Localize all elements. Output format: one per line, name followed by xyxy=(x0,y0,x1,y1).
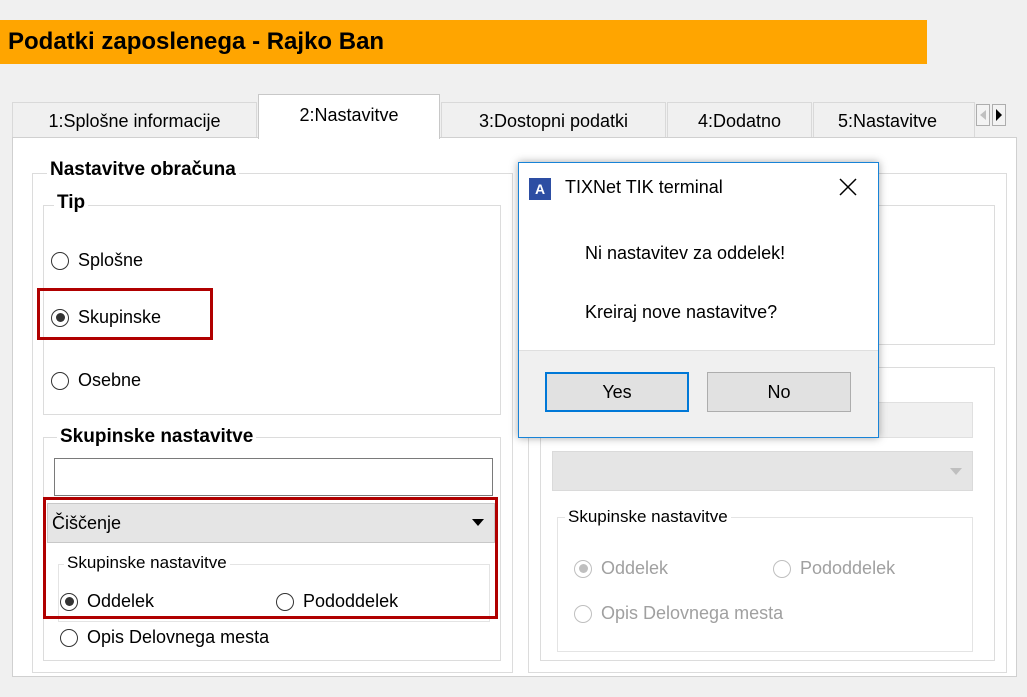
chevron-down-icon xyxy=(950,468,962,475)
radio-circle-icon xyxy=(60,628,78,647)
right-radio-job-description: Opis Delovnega mesta xyxy=(574,603,783,624)
dialog-close-button[interactable] xyxy=(836,175,860,199)
radio-label: Splošne xyxy=(78,250,144,270)
radio-label: Osebne xyxy=(78,370,142,390)
tab-label: 2:Nastavitve xyxy=(299,105,399,125)
tab-strip: 1:Splošne informacije 2:Nastavitve 3:Dos… xyxy=(0,94,1027,139)
right-inner-group xyxy=(557,517,973,652)
tab-settings-2[interactable]: 5:Nastavitve xyxy=(813,102,975,138)
radio-label: Pododdelek xyxy=(800,558,896,578)
button-label: No xyxy=(767,381,791,402)
app-icon: A xyxy=(529,178,551,200)
tab-settings[interactable]: 2:Nastavitve xyxy=(258,94,440,139)
app-icon-letter: A xyxy=(534,181,546,197)
yes-button[interactable]: Yes xyxy=(545,372,689,412)
right-radio-subdepartment: Pododdelek xyxy=(773,558,895,579)
confirm-dialog: A TIXNet TIK terminal Ni nastavitev za o… xyxy=(518,162,879,438)
tab-label: 4:Dodatno xyxy=(697,111,782,131)
window-title-bar: Podatki zaposlenega - Rajko Ban xyxy=(0,20,927,64)
tab-available-data[interactable]: 3:Dostopni podatki xyxy=(441,102,666,138)
group-settings-label: Skupinske nastavitve xyxy=(57,426,257,448)
chevron-right-icon xyxy=(996,109,1002,121)
tab-label: 3:Dostopni podatki xyxy=(478,111,629,131)
radio-circle-icon xyxy=(51,251,69,270)
tab-general-info[interactable]: 1:Splošne informacije xyxy=(12,102,257,138)
radio-label: Opis Delovnega mesta xyxy=(601,603,784,623)
radio-general[interactable]: Splošne xyxy=(51,250,143,271)
dialog-footer: Yes No xyxy=(519,350,878,437)
tab-label: 1:Splošne informacije xyxy=(48,111,221,131)
tab-label: 5:Nastavitve xyxy=(838,111,938,131)
close-icon xyxy=(839,178,857,196)
radio-checked-icon xyxy=(574,559,592,578)
radio-label: Opis Delovnega mesta xyxy=(87,627,270,647)
group-name-input[interactable] xyxy=(54,458,493,496)
highlight-group-radio xyxy=(37,288,213,340)
tab-scroll-right-button[interactable] xyxy=(992,104,1006,126)
radio-circle-icon xyxy=(51,371,69,390)
right-radio-department: Oddelek xyxy=(574,558,668,579)
radio-personal[interactable]: Osebne xyxy=(51,370,141,391)
highlight-department-area xyxy=(43,497,498,619)
radio-job-description[interactable]: Opis Delovnega mesta xyxy=(60,627,269,648)
dialog-title-bar: A TIXNet TIK terminal xyxy=(519,163,878,211)
dialog-message-line1: Ni nastavitev za oddelek! xyxy=(585,243,786,263)
billing-settings-label: Nastavitve obračuna xyxy=(47,159,239,181)
window-title: Podatki zaposlenega - Rajko Ban xyxy=(8,28,385,55)
right-inner-group-label: Skupinske nastavitve xyxy=(565,507,731,527)
right-dropdown-disabled xyxy=(552,451,973,491)
radio-circle-icon xyxy=(574,604,592,623)
chevron-left-icon xyxy=(980,110,986,120)
button-label: Yes xyxy=(602,381,632,402)
radio-circle-icon xyxy=(773,559,791,578)
tab-scroll-left-button[interactable] xyxy=(976,104,990,126)
dialog-message-line2: Kreiraj nove nastavitve? xyxy=(585,302,778,322)
dialog-title: TIXNet TIK terminal xyxy=(565,177,723,197)
tab-additional[interactable]: 4:Dodatno xyxy=(667,102,812,138)
no-button[interactable]: No xyxy=(707,372,851,412)
radio-label: Oddelek xyxy=(601,558,669,578)
type-label: Tip xyxy=(54,192,89,214)
